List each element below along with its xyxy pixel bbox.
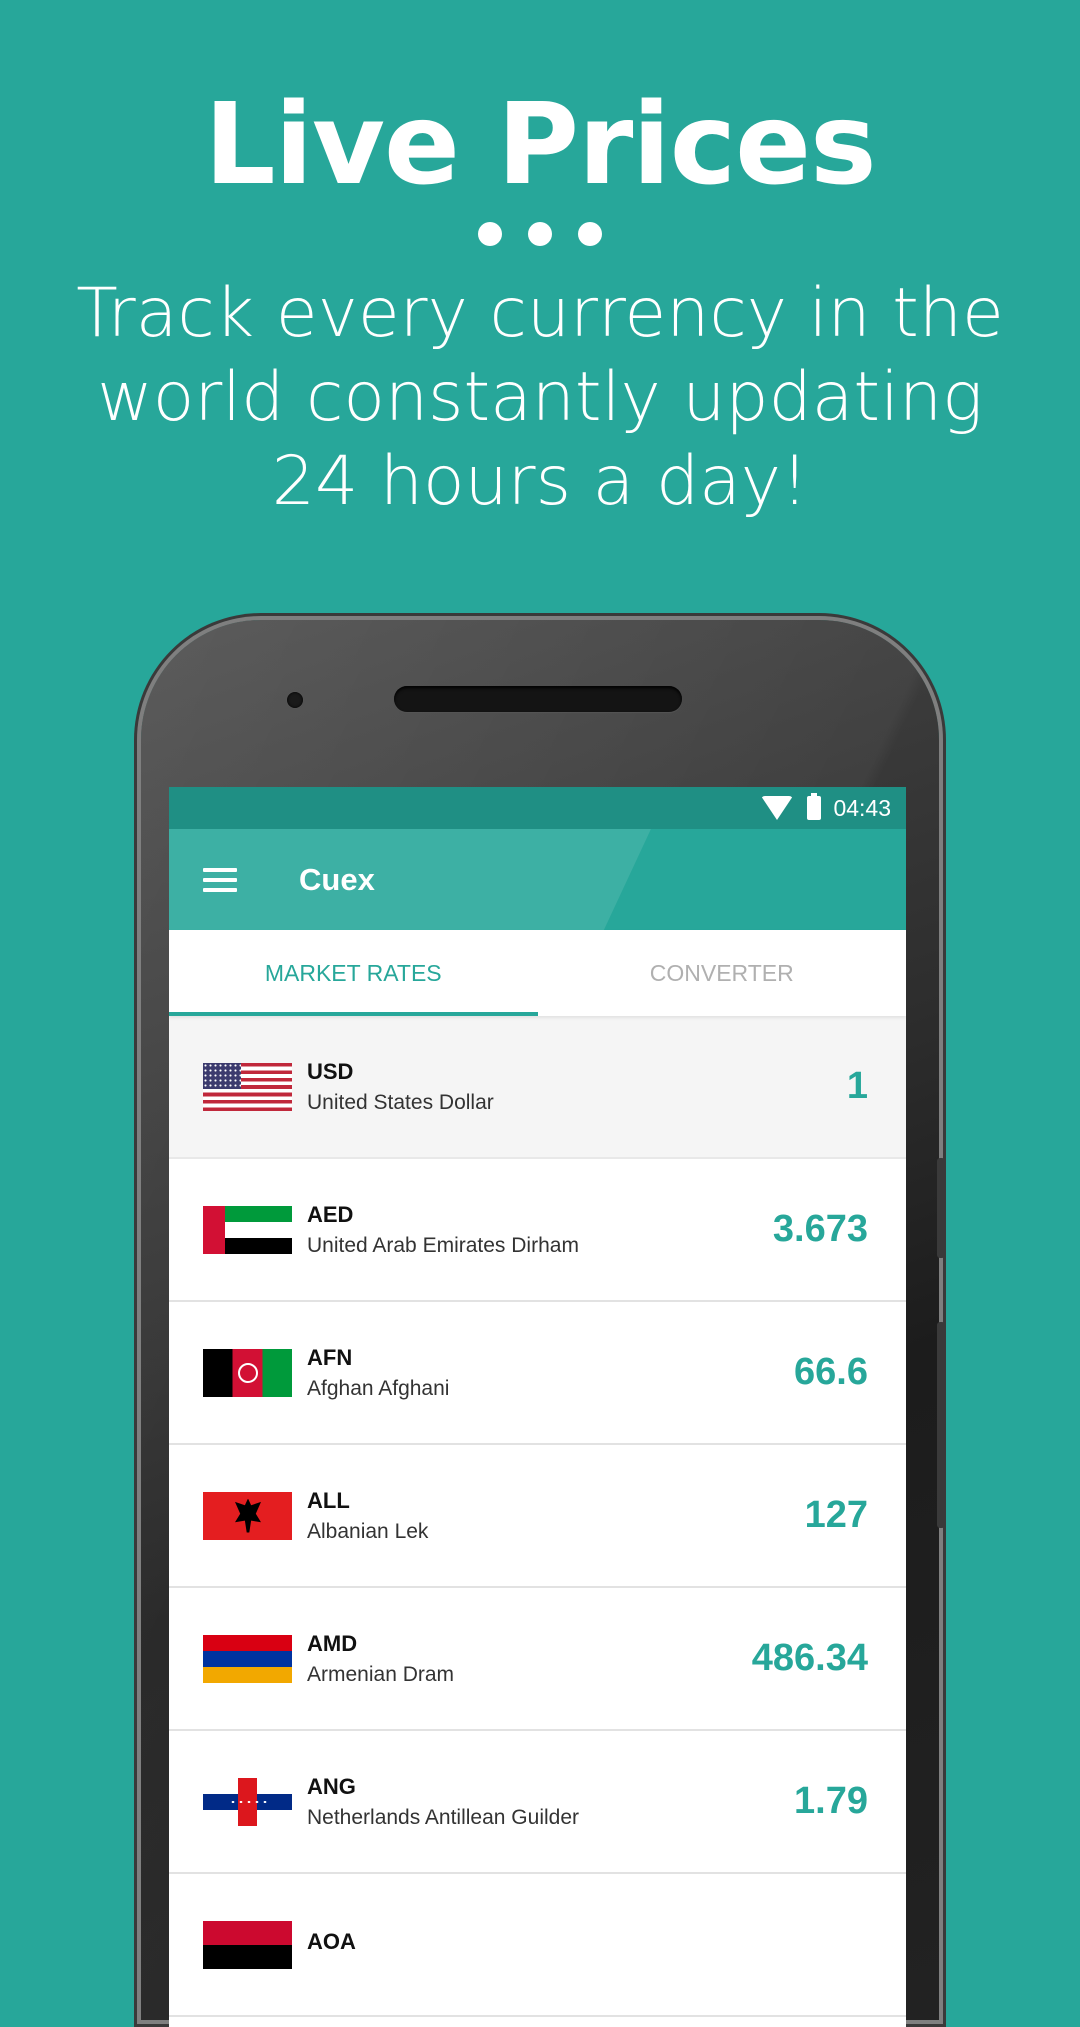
- decorative-dots: [0, 222, 1080, 251]
- currency-row-ang[interactable]: ANG Netherlands Antillean Guilder 1.79: [169, 1731, 906, 1874]
- currency-code: ANG: [307, 1773, 356, 1799]
- currency-rate: 3.673: [772, 1208, 868, 1250]
- power-button: [937, 1322, 945, 1528]
- currency-row-usd[interactable]: USD United States Dollar 1: [169, 1016, 906, 1159]
- currency-code: AFN: [307, 1344, 353, 1370]
- earpiece-speaker: [394, 686, 682, 712]
- currency-name: United Arab Emirates Dirham: [307, 1233, 579, 1257]
- currency-rate: 1.79: [794, 1780, 868, 1822]
- currency-name: Afghan Afghani: [307, 1376, 450, 1400]
- angola-flag-icon: [203, 1920, 292, 1969]
- hamburger-menu-icon[interactable]: [203, 867, 237, 892]
- uae-flag-icon: [203, 1205, 292, 1254]
- phone-screen: 04:43 Cuex MARKET RATES CONVERTER USD Un…: [169, 787, 906, 2027]
- currency-rate: 486.34: [751, 1637, 868, 1679]
- tab-bar: MARKET RATES CONVERTER: [169, 930, 906, 1016]
- subtitle-line: Track every currency in the: [76, 274, 1004, 353]
- currency-row-afn[interactable]: AFN Afghan Afghani 66.6: [169, 1302, 906, 1445]
- currency-name: Armenian Dram: [307, 1662, 455, 1686]
- afghanistan-flag-icon: [203, 1348, 292, 1397]
- currency-code: ALL: [307, 1487, 350, 1513]
- battery-icon: [807, 793, 822, 820]
- front-camera: [287, 692, 303, 708]
- currency-code: AMD: [307, 1630, 358, 1656]
- currency-name: Albanian Lek: [307, 1519, 429, 1543]
- currency-code: USD: [307, 1058, 354, 1084]
- status-bar: 04:43: [169, 787, 906, 829]
- tab-converter[interactable]: CONVERTER: [538, 930, 907, 1016]
- netherlands-antilles-flag-icon: [203, 1777, 292, 1826]
- promo-headline: Live Prices: [204, 80, 876, 210]
- currency-code: AED: [307, 1201, 354, 1227]
- wifi-icon: [761, 796, 794, 820]
- subtitle-line: world constantly updating: [97, 358, 983, 437]
- promo-subtitle: Track every currency in the world consta…: [60, 272, 1020, 524]
- app-title: Cuex: [299, 861, 375, 897]
- currency-rate: 1: [846, 1065, 868, 1107]
- currency-name: Netherlands Antillean Guilder: [307, 1805, 579, 1829]
- status-time: 04:43: [833, 794, 891, 821]
- albania-flag-icon: [203, 1491, 292, 1540]
- currency-row-amd[interactable]: AMD Armenian Dram 486.34: [169, 1588, 906, 1731]
- currency-code: AOA: [307, 1928, 356, 1954]
- currency-rate: 127: [804, 1494, 868, 1536]
- app-bar: Cuex: [169, 829, 906, 930]
- armenia-flag-icon: [203, 1634, 292, 1683]
- currency-rate: 66.6: [794, 1351, 868, 1393]
- us-flag-icon: [203, 1062, 292, 1111]
- currency-row-aoa[interactable]: AOA: [169, 1874, 906, 2017]
- currency-list: USD United States Dollar 1 AED United Ar…: [169, 1016, 906, 2017]
- volume-button: [937, 1158, 945, 1258]
- currency-row-all[interactable]: ALL Albanian Lek 127: [169, 1445, 906, 1588]
- subtitle-line: 24 hours a day!: [271, 442, 809, 521]
- phone-mockup: 04:43 Cuex MARKET RATES CONVERTER USD Un…: [141, 620, 939, 2027]
- currency-row-aed[interactable]: AED United Arab Emirates Dirham 3.673: [169, 1159, 906, 1302]
- currency-name: United States Dollar: [307, 1090, 494, 1114]
- tab-market-rates[interactable]: MARKET RATES: [169, 930, 538, 1016]
